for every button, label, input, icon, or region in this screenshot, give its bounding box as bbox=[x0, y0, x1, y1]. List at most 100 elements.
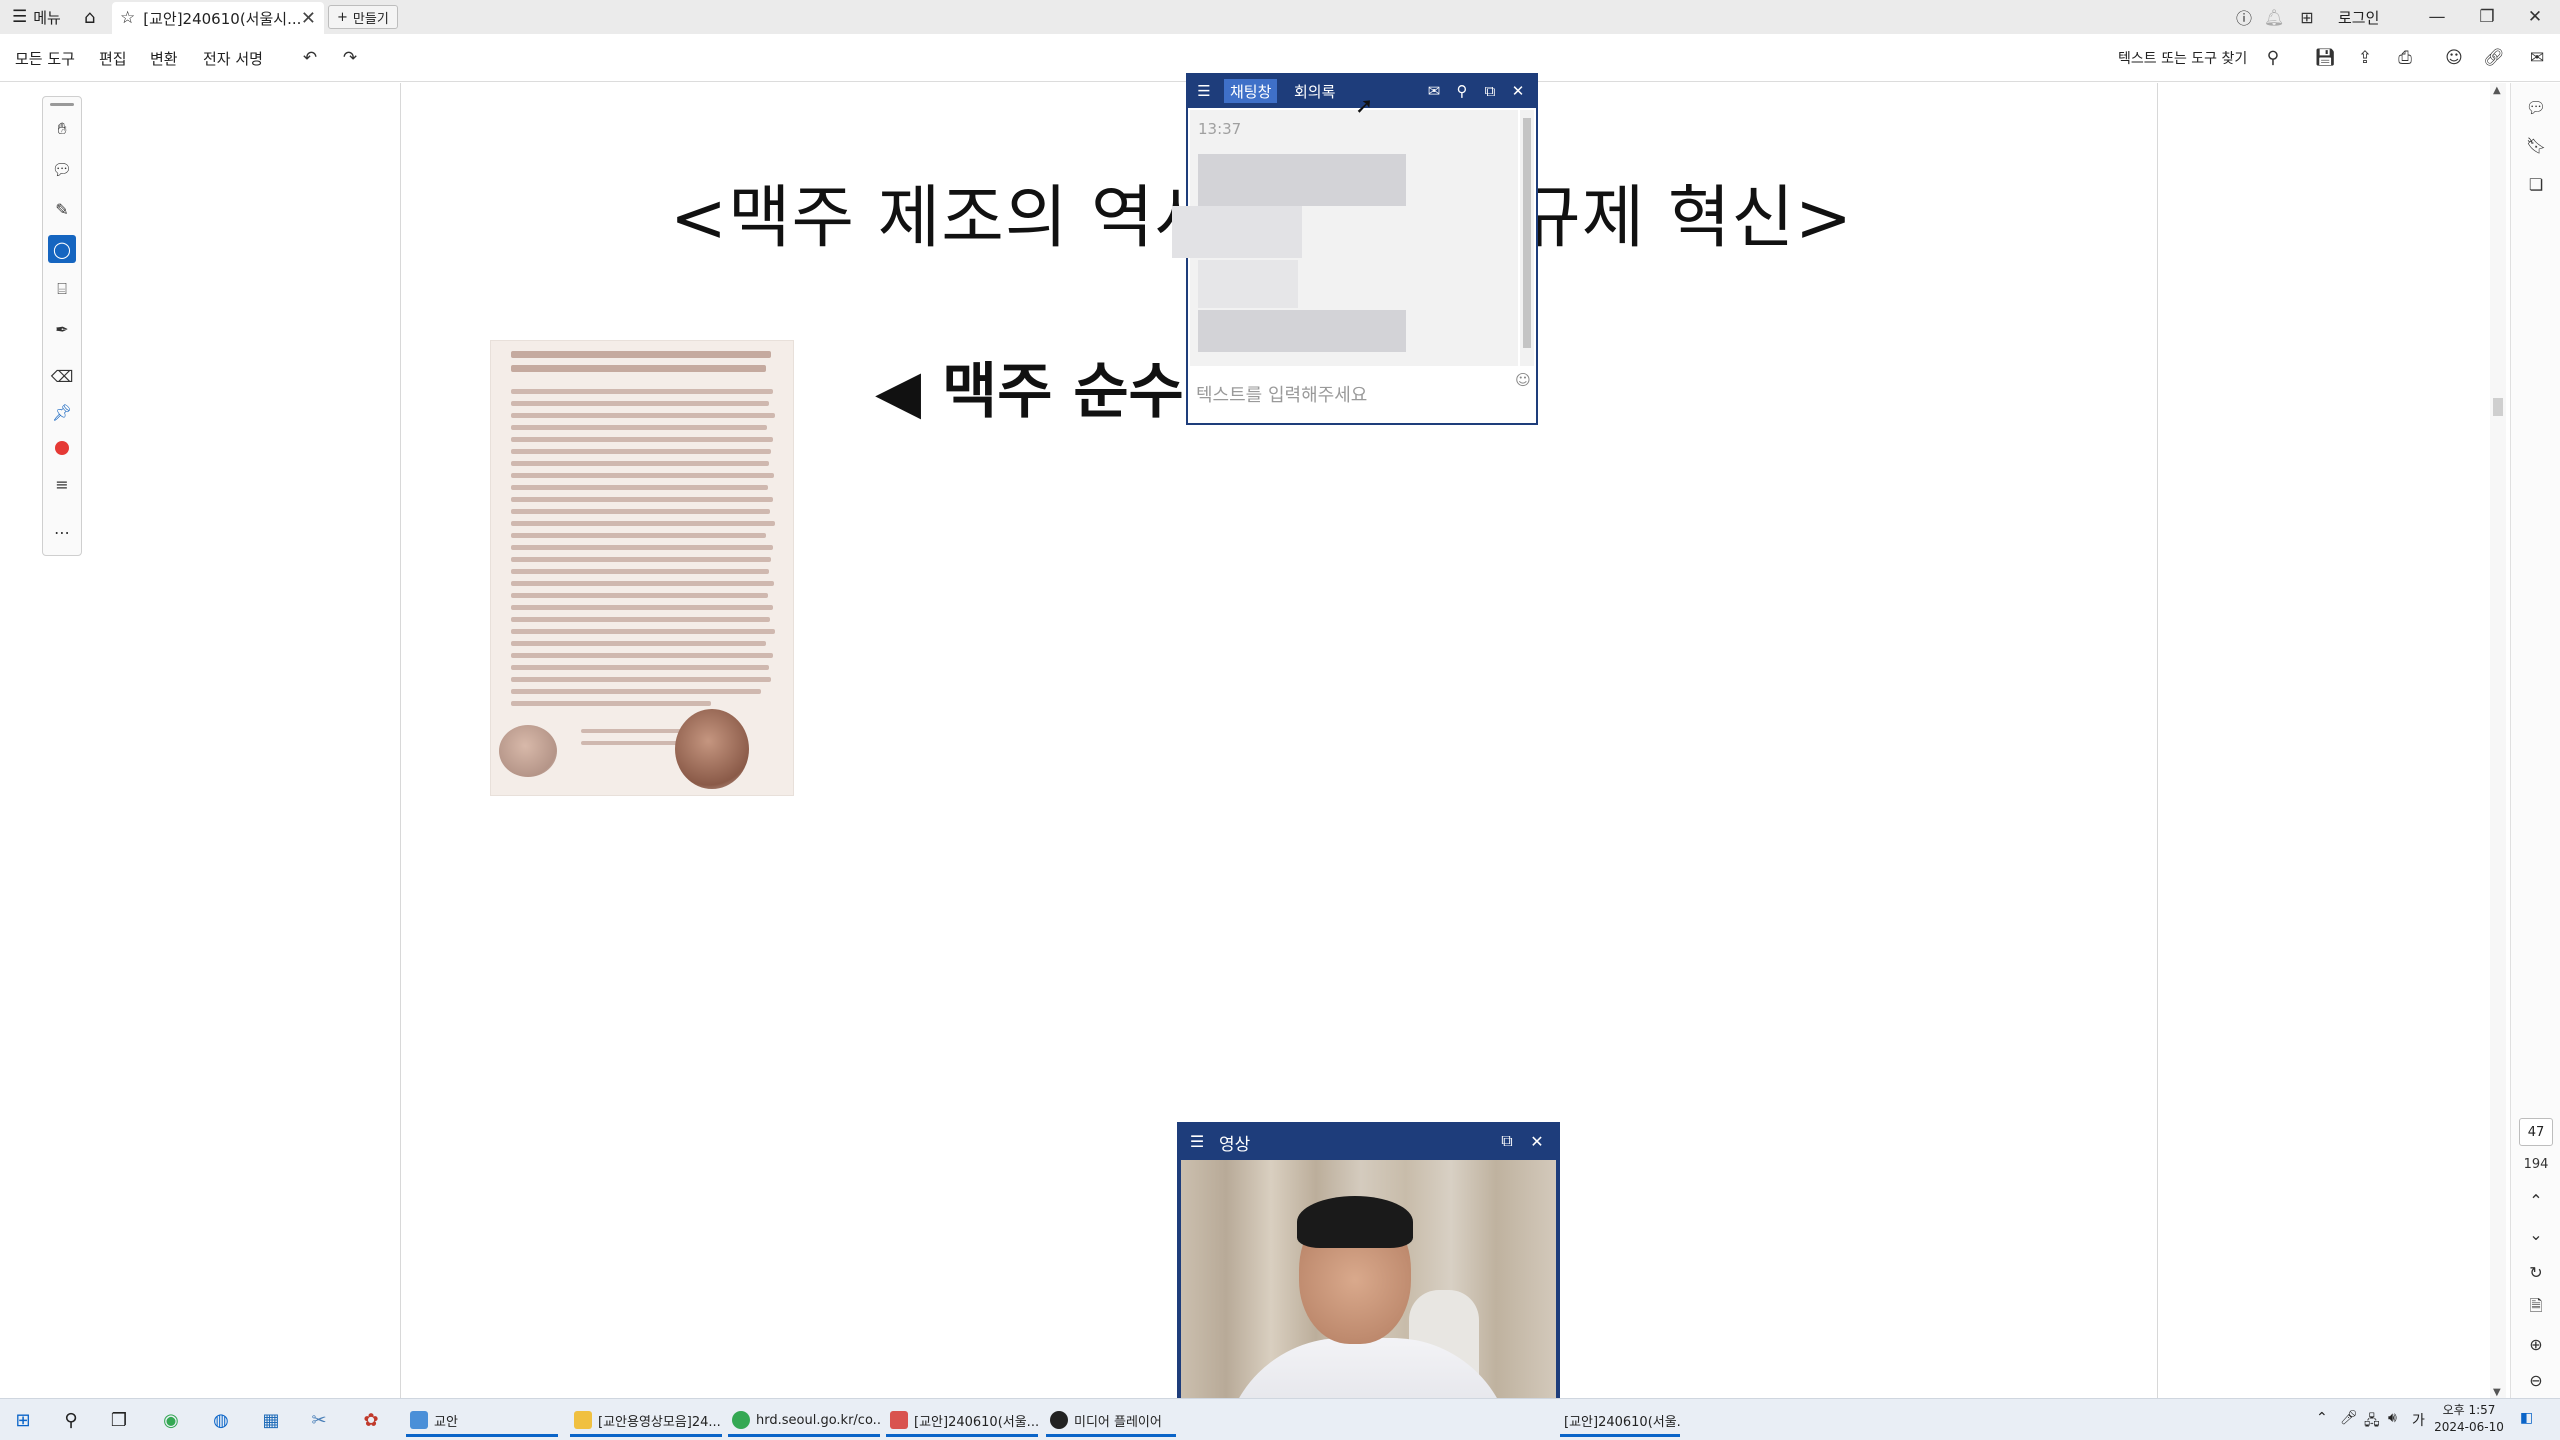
notification-center-icon[interactable]: ◧ bbox=[2520, 1410, 2533, 1426]
taskbar-app-powerpoint[interactable]: [교안]240610(서울... bbox=[886, 1403, 1038, 1437]
text-select-icon[interactable]: ⌸ bbox=[48, 275, 76, 303]
tab-minutes[interactable]: 회의록 bbox=[1288, 79, 1341, 103]
windows-start-icon[interactable]: ⊞ bbox=[10, 1407, 36, 1433]
video-header[interactable]: ☰ 영상 ⧉ ✕ bbox=[1179, 1124, 1558, 1158]
add-comment-icon[interactable]: 💬︎ bbox=[48, 155, 76, 183]
network-icon[interactable]: 🖧︎ bbox=[2364, 1410, 2380, 1434]
upload-cloud-icon[interactable]: ⇪ bbox=[2354, 47, 2376, 69]
search-tools-label[interactable]: 텍스트 또는 도구 찾기 bbox=[2118, 48, 2247, 68]
help-icon[interactable]: ⓘ bbox=[2234, 7, 2254, 28]
draw-fill-icon[interactable]: ✒ bbox=[48, 315, 76, 343]
menu-edit[interactable]: 편집 bbox=[99, 48, 127, 69]
undo-icon[interactable]: ↶ bbox=[299, 47, 321, 69]
chat-mail-icon[interactable]: ✉ bbox=[1424, 81, 1444, 101]
new-tab-button[interactable]: + 만들기 bbox=[328, 5, 398, 29]
page-edge-right bbox=[2157, 83, 2158, 1400]
scroll-up-arrow-icon[interactable]: ▲ bbox=[2493, 85, 2501, 96]
color-picker-red[interactable] bbox=[48, 434, 76, 462]
ime-indicator[interactable]: 가 bbox=[2412, 1410, 2425, 1430]
chat-scrollbar[interactable] bbox=[1520, 110, 1534, 366]
minimize-icon[interactable]: — bbox=[2412, 0, 2462, 34]
video-popout-icon[interactable]: ⧉ bbox=[1497, 1131, 1517, 1151]
bookmark-panel-icon[interactable]: 🔖︎ bbox=[2525, 134, 2547, 156]
lasso-tool-icon[interactable]: ◯ bbox=[48, 235, 76, 263]
video-close-icon[interactable]: ✕ bbox=[1527, 1131, 1547, 1151]
current-page-input[interactable]: 47 bbox=[2519, 1118, 2553, 1146]
pin-icon[interactable]: 📌︎ bbox=[48, 398, 76, 426]
chat-scrollbar-thumb[interactable] bbox=[1523, 118, 1531, 348]
search-icon[interactable]: ⚲ bbox=[2262, 47, 2284, 69]
windows-taskbar: ⊞ ⚲ ❐ ◉ ◍ ▦ ✂ ✿ 교안 [교안용영상모음]24... hrd.se… bbox=[0, 1398, 2560, 1440]
tray-overflow-icon[interactable]: ⌃ bbox=[2316, 1410, 2328, 1426]
total-pages: 194 bbox=[2523, 1157, 2549, 1172]
title-bar: ☰ 메뉴 ⌂ ☆ [교안]240610(서울시... ✕ + 만들기 ⓘ 🔔︎ … bbox=[0, 0, 2560, 34]
chat-close-icon[interactable]: ✕ bbox=[1508, 81, 1528, 101]
tab-document[interactable]: ☆ [교안]240610(서울시... ✕ bbox=[112, 2, 324, 34]
home-icon[interactable]: ⌂ bbox=[84, 0, 95, 34]
menu-e-sign[interactable]: 전자 서명 bbox=[203, 48, 263, 69]
taskbar-app-gyoan[interactable]: 교안 bbox=[406, 1403, 558, 1437]
paint-icon[interactable]: ✿ bbox=[358, 1407, 384, 1433]
calculator-icon[interactable]: ▦ bbox=[258, 1407, 284, 1433]
close-window-icon[interactable]: ✕ bbox=[2510, 0, 2560, 34]
restore-icon[interactable]: ❐ bbox=[2462, 0, 2512, 34]
share-user-icon[interactable]: ☺ bbox=[2443, 47, 2465, 69]
rotate-icon[interactable]: ↻ bbox=[2525, 1261, 2547, 1283]
page-setup-icon[interactable]: 🗎︎ bbox=[2525, 1296, 2547, 1319]
zoom-out-icon[interactable]: ⊖ bbox=[2525, 1369, 2547, 1391]
save-icon[interactable]: 💾︎ bbox=[2314, 47, 2336, 69]
apps-grid-icon[interactable]: ⊞ bbox=[2297, 7, 2317, 27]
page-up-icon[interactable]: ⌃ bbox=[2525, 1189, 2547, 1211]
login-link[interactable]: 로그인 bbox=[2338, 0, 2379, 34]
system-clock[interactable]: 오후 1:57 2024-06-10 bbox=[2434, 1402, 2504, 1436]
print-icon[interactable]: ⎙ bbox=[2394, 47, 2416, 69]
chat-popout-icon[interactable]: ⧉ bbox=[1480, 81, 1500, 101]
task-view-icon[interactable]: ❐ bbox=[106, 1407, 132, 1433]
highlighter-icon[interactable]: ✎ bbox=[48, 195, 76, 223]
taskbar-search-icon[interactable]: ⚲ bbox=[58, 1407, 84, 1433]
clock-date: 2024-06-10 bbox=[2434, 1420, 2504, 1434]
chat-menu-icon[interactable]: ☰ bbox=[1194, 81, 1214, 101]
toolbar-grip[interactable] bbox=[50, 103, 74, 106]
zoom-in-icon[interactable]: ⊕ bbox=[2525, 1333, 2547, 1355]
chat-messages: 13:37 bbox=[1172, 110, 1518, 366]
menu-all-tools[interactable]: 모든 도구 bbox=[15, 48, 75, 69]
clock-time: 오후 1:57 bbox=[2442, 1403, 2496, 1417]
chrome-icon[interactable]: ◉ bbox=[158, 1407, 184, 1433]
menu-button[interactable]: ☰ 메뉴 bbox=[12, 0, 61, 34]
taskbar-app-media-player[interactable]: 미디어 플레이어 bbox=[1046, 1403, 1176, 1437]
microphone-icon[interactable]: 🎤︎ bbox=[2340, 1410, 2358, 1426]
tab-chat[interactable]: 채팅창 bbox=[1224, 79, 1278, 103]
comments-panel-icon[interactable]: 💬︎ bbox=[2525, 96, 2547, 118]
redo-icon[interactable]: ↷ bbox=[339, 47, 361, 69]
link-icon[interactable]: 🔗︎ bbox=[2483, 47, 2505, 69]
snipping-tool-icon[interactable]: ✂ bbox=[306, 1407, 332, 1433]
taskbar-app-video-folder[interactable]: [교안용영상모음]24... bbox=[570, 1403, 722, 1437]
slide-title-tail: 규제 혁신> bbox=[1518, 179, 1853, 258]
edge-icon[interactable]: ◍ bbox=[208, 1407, 234, 1433]
chat-input[interactable]: 텍스트를 입력해주세요 bbox=[1196, 381, 1367, 407]
chat-search-icon[interactable]: ⚲ bbox=[1452, 81, 1472, 101]
menu-label: 메뉴 bbox=[33, 8, 61, 27]
eraser-icon[interactable]: ⌫ bbox=[48, 362, 76, 390]
pages-panel-icon[interactable]: ❏ bbox=[2525, 173, 2547, 195]
page-down-icon[interactable]: ⌄ bbox=[2525, 1223, 2547, 1245]
taskbar-app-browser[interactable]: hrd.seoul.go.kr/co... bbox=[728, 1403, 880, 1437]
emoji-icon[interactable]: ☺ bbox=[1514, 371, 1532, 389]
star-icon[interactable]: ☆ bbox=[120, 8, 135, 28]
line-width-icon[interactable]: ≡ bbox=[48, 470, 76, 498]
mail-icon[interactable]: ✉ bbox=[2526, 47, 2548, 69]
menu-convert[interactable]: 변환 bbox=[150, 48, 178, 69]
tab-close-icon[interactable]: ✕ bbox=[301, 8, 316, 29]
scroll-down-arrow-icon[interactable]: ▼ bbox=[2493, 1387, 2501, 1398]
bell-icon[interactable]: 🔔︎ bbox=[2264, 7, 2284, 27]
hand-tool-icon[interactable]: ✋︎ bbox=[48, 115, 76, 143]
document-scrollbar[interactable]: ▲ ▼ bbox=[2490, 83, 2506, 1400]
scrollbar-thumb[interactable] bbox=[2493, 398, 2503, 416]
slide-title-text: <맥주 제조의 역사 bbox=[670, 179, 1219, 258]
more-tools-icon[interactable]: ⋯ bbox=[48, 518, 76, 546]
volume-icon[interactable]: 🔊︎ bbox=[2388, 1410, 2397, 1426]
video-menu-icon[interactable]: ☰ bbox=[1187, 1131, 1207, 1151]
taskbar-app-pdf[interactable]: [교안]240610(서울... bbox=[1560, 1403, 1680, 1437]
taskbar-app-label: [교안]240610(서울... bbox=[914, 1414, 1038, 1430]
